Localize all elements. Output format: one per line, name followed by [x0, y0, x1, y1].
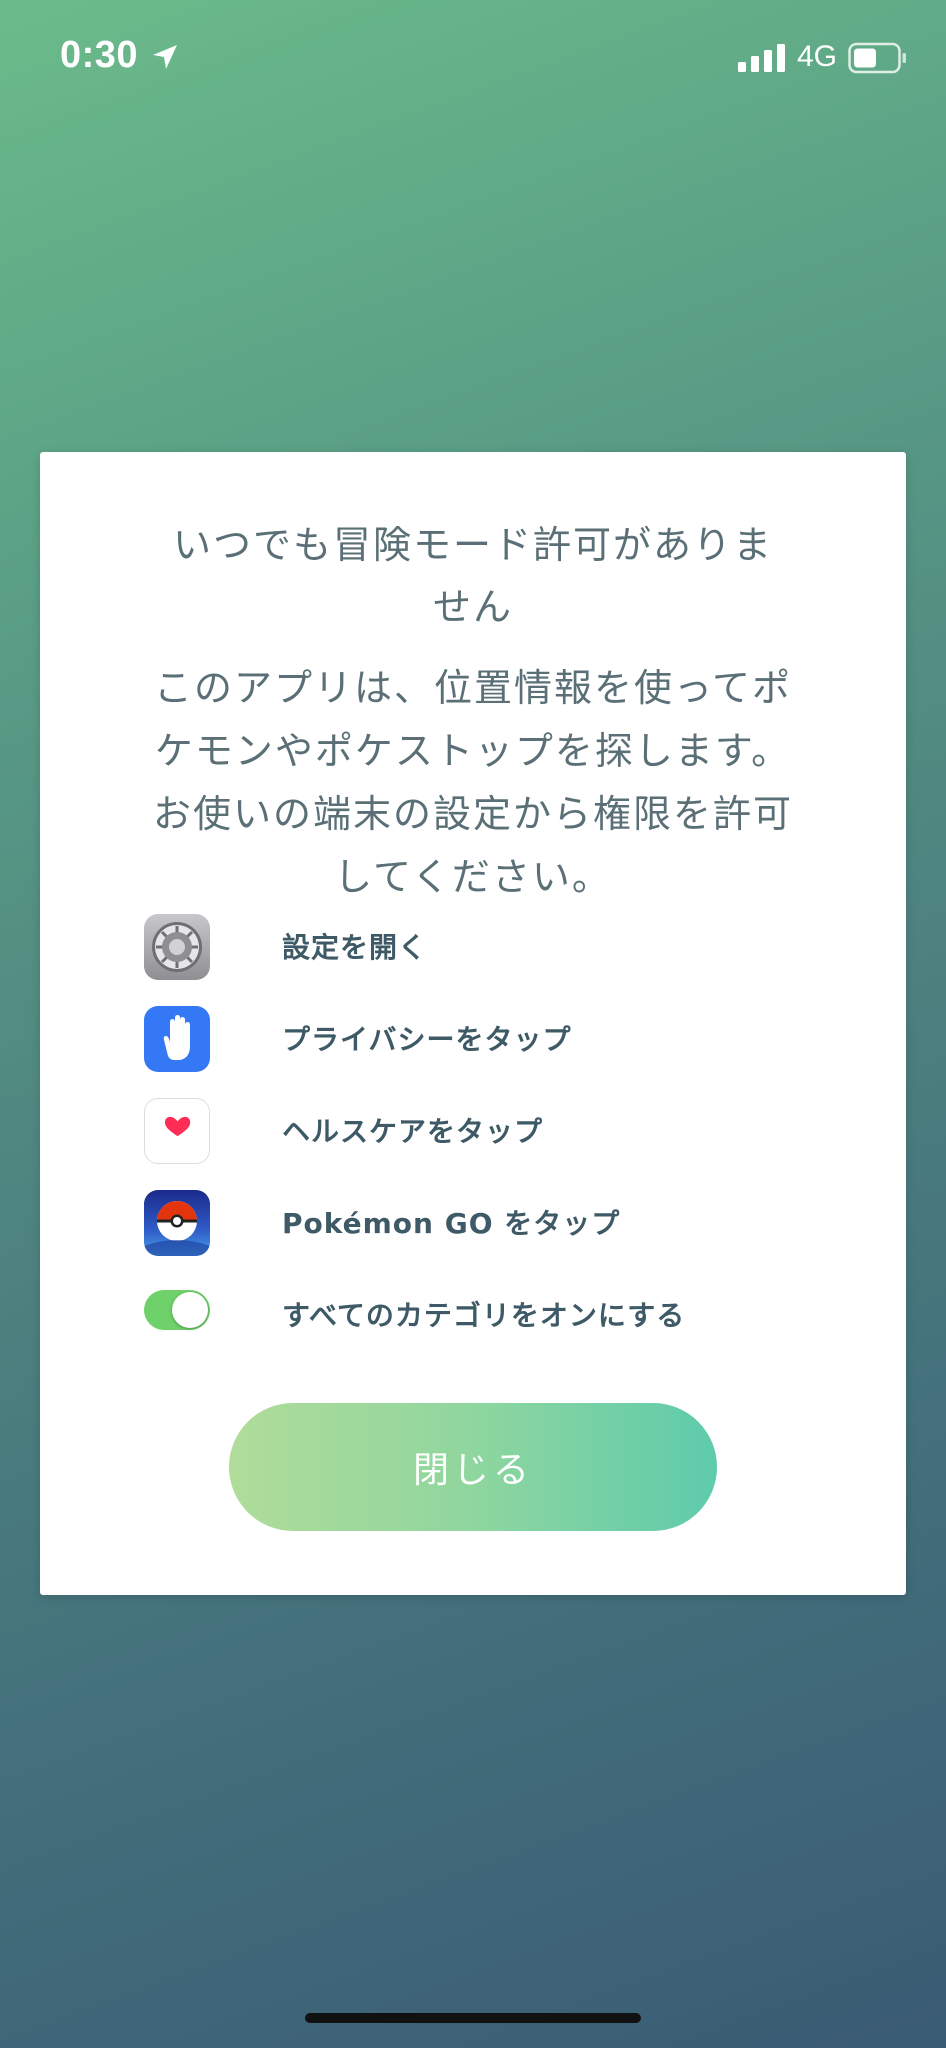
status-time: 0:30 [60, 34, 139, 76]
step-open-settings: 設定を開く [144, 914, 844, 980]
permission-dialog: いつでも冒険モード許可がありません このアプリは、位置情報を使ってポケモンやポケ… [40, 452, 906, 1595]
health-heart-icon [144, 1098, 210, 1164]
network-type: 4G [797, 40, 838, 73]
step-tap-privacy: プライバシーをタップ [144, 1006, 844, 1072]
toggle-on-icon [144, 1290, 210, 1330]
close-button[interactable]: 閉じる [229, 1403, 717, 1531]
step-label: ヘルスケアをタップ [282, 1115, 544, 1148]
privacy-hand-icon [144, 1006, 210, 1072]
status-bar: 0:30 4G [0, 0, 946, 120]
step-label: Pokémon GO をタップ [282, 1207, 621, 1240]
instruction-steps: 設定を開く プライバシーをタップ ヘルスケアをタップ Pokémon GO をタ… [144, 914, 844, 1374]
step-tap-pokemon-go: Pokémon GO をタップ [144, 1190, 844, 1256]
dialog-message: このアプリは、位置情報を使ってポケモンやポケストップを探します。お使いの端末の設… [152, 666, 793, 899]
dialog-title: いつでも冒険モード許可がありません [172, 523, 773, 629]
step-label: すべてのカテゴリをオンにする [282, 1299, 686, 1332]
battery-icon [848, 42, 906, 74]
toggle-knob [172, 1292, 208, 1328]
settings-app-icon [144, 914, 210, 980]
step-label: 設定を開く [282, 931, 428, 964]
step-tap-health: ヘルスケアをタップ [144, 1098, 844, 1164]
pokemon-go-app-icon [144, 1190, 210, 1256]
signal-icon [738, 44, 785, 72]
home-indicator[interactable] [305, 2013, 641, 2023]
location-arrow-icon [153, 45, 177, 69]
step-turn-on-categories: すべてのカテゴリをオンにする [144, 1282, 844, 1348]
step-label: プライバシーをタップ [282, 1023, 572, 1056]
